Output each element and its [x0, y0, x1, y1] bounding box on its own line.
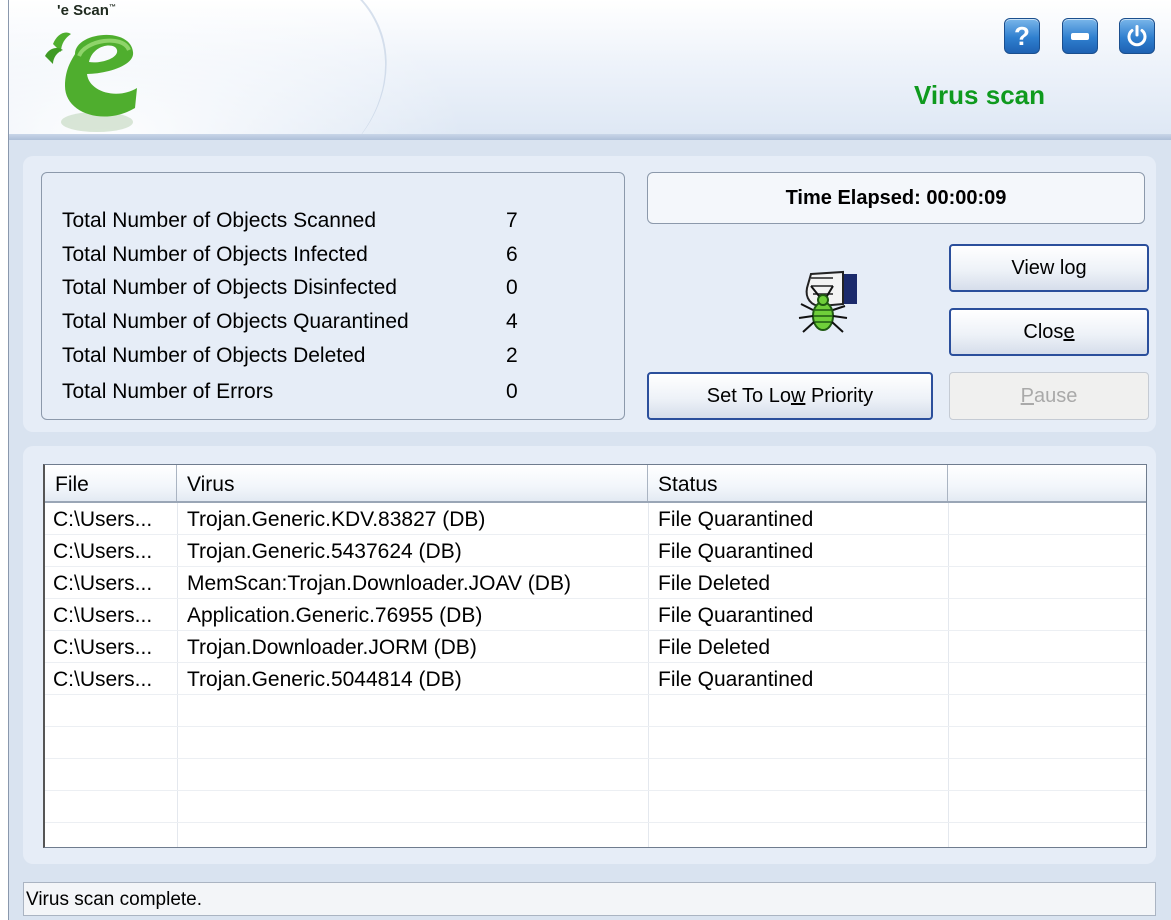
status-bar: Virus scan complete. [23, 882, 1156, 916]
status-cell: File Deleted [658, 572, 771, 595]
close-label: Close [1023, 320, 1075, 343]
stat-value-deleted: 2 [506, 344, 518, 367]
stat-label-scanned: Total Number of Objects Scanned [62, 209, 376, 232]
file-cell: C:\Users... [53, 604, 153, 627]
table-row [45, 759, 1146, 791]
minimize-icon [1071, 32, 1089, 40]
column-header-virus[interactable]: Virus [177, 465, 648, 501]
help-icon: ? [1014, 20, 1030, 51]
stat-value-infected: 6 [506, 243, 518, 266]
stat-value-disinfected: 0 [506, 276, 518, 299]
virus-cell: Trojan.Generic.KDV.83827 (DB) [187, 508, 486, 531]
virus-cell: Trojan.Generic.5044814 (DB) [187, 668, 462, 691]
escan-logo-icon [45, 32, 137, 132]
virus-cell: Trojan.Generic.5437624 (DB) [187, 540, 462, 563]
file-cell: C:\Users... [53, 636, 153, 659]
table-row[interactable]: C:\Users... Application.Generic.76955 (DB… [45, 599, 1146, 631]
virus-bug-icon [798, 270, 857, 333]
stat-label-deleted: Total Number of Objects Deleted [62, 344, 366, 367]
stat-label-errors: Total Number of Errors [62, 380, 274, 403]
close-button[interactable]: Close [949, 308, 1149, 356]
brand-name: 'e Scan™ [57, 2, 116, 19]
stat-value-quarantined: 4 [506, 310, 518, 333]
virus-cell: MemScan:Trojan.Downloader.JOAV (DB) [187, 572, 571, 595]
file-cell: C:\Users... [53, 540, 153, 563]
stat-label-quarantined: Total Number of Objects Quarantined [62, 310, 409, 333]
low-priority-label: Set To Low Priority [706, 384, 874, 407]
pause-button[interactable]: Pause [949, 372, 1149, 420]
page-title: Virus scan [913, 80, 1045, 110]
table-header: File Virus Status [45, 465, 1146, 503]
file-cell: C:\Users... [53, 508, 153, 531]
minimize-button[interactable] [1062, 18, 1098, 54]
table-row[interactable]: C:\Users... Trojan.Downloader.JORM (DB) Fi… [45, 631, 1146, 663]
stat-label-infected: Total Number of Objects Infected [62, 243, 368, 266]
table-row [45, 695, 1146, 727]
escan-window: 'e Scan™ ? Virus scan Total Number of Ob… [8, 0, 1171, 920]
help-button[interactable]: ? [1004, 18, 1040, 54]
pause-label: Pause [1020, 384, 1078, 407]
table-row [45, 791, 1146, 823]
file-cell: C:\Users... [53, 572, 153, 595]
view-log-label: View log [1011, 256, 1087, 279]
virus-cell: Trojan.Downloader.JORM (DB) [187, 636, 477, 659]
file-cell: C:\Users... [53, 668, 153, 691]
table-row[interactable]: C:\Users... MemScan:Trojan.Downloader.JOA… [45, 567, 1146, 599]
power-button[interactable] [1119, 18, 1155, 54]
status-cell: File Quarantined [658, 508, 814, 531]
stats-box: Total Number of Objects Scanned 7 Total … [41, 172, 625, 420]
time-elapsed: Time Elapsed: 00:00:09 [647, 172, 1145, 224]
scan-summary-panel: Total Number of Objects Scanned 7 Total … [23, 156, 1156, 432]
column-header-status[interactable]: Status [648, 465, 948, 501]
table-row[interactable]: C:\Users... Trojan.Generic.5044814 (DB) Fi… [45, 663, 1146, 695]
power-icon [1127, 25, 1147, 47]
virus-cell: Application.Generic.76955 (DB) [187, 604, 483, 627]
status-cell: File Deleted [658, 636, 771, 659]
table-row [45, 727, 1146, 759]
column-header-file[interactable]: File [45, 465, 177, 501]
stat-value-errors: 0 [506, 380, 518, 403]
stat-value-scanned: 7 [506, 209, 518, 232]
status-cell: File Quarantined [658, 540, 814, 563]
table-row[interactable]: C:\Users... Trojan.Generic.5437624 (DB) Fi… [45, 535, 1146, 567]
table-row[interactable]: C:\Users... Trojan.Generic.KDV.83827 (DB)… [45, 503, 1146, 535]
view-log-button[interactable]: View log [949, 244, 1149, 292]
stat-label-disinfected: Total Number of Objects Disinfected [62, 276, 397, 299]
set-low-priority-button[interactable]: Set To Low Priority [647, 372, 933, 420]
column-header-empty[interactable] [948, 465, 1147, 501]
results-panel: File Virus Status C:\Users... Trojan.Gene… [23, 446, 1156, 864]
status-cell: File Quarantined [658, 604, 814, 627]
results-table[interactable]: File Virus Status C:\Users... Trojan.Gene… [43, 464, 1147, 848]
status-cell: File Quarantined [658, 668, 814, 691]
app-header: 'e Scan™ ? Virus scan [9, 0, 1171, 140]
